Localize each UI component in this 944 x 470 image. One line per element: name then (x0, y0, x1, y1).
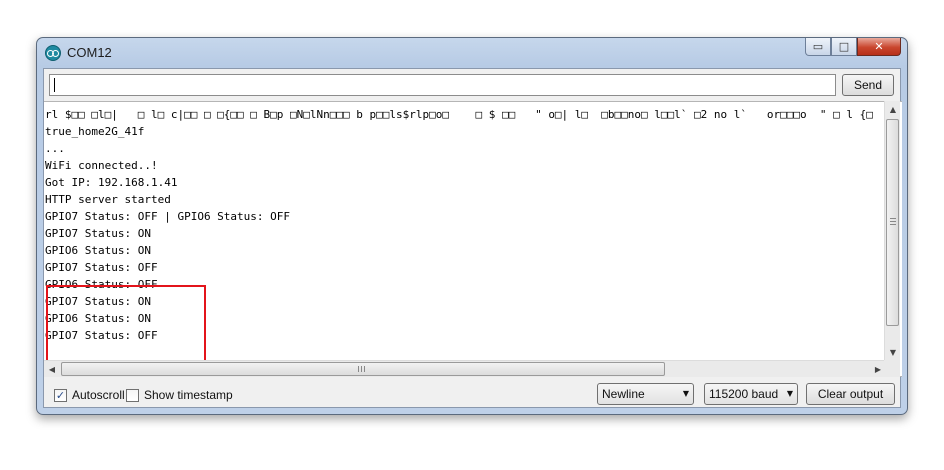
close-button[interactable]: ✕ (857, 38, 901, 56)
serial-input[interactable] (49, 74, 836, 96)
output-line: HTTP server started (45, 193, 171, 206)
maximize-icon: □ (838, 40, 850, 53)
grip-icon (890, 218, 896, 225)
output-line: GPIO7 Status: OFF (45, 329, 158, 342)
output-line: GPIO7 Status: ON (45, 295, 151, 308)
minimize-icon: ▭ (812, 40, 824, 53)
clear-output-button[interactable]: Clear output (806, 383, 895, 405)
output-line: GPIO6 Status: ON (45, 312, 151, 325)
vertical-scroll-thumb[interactable] (886, 119, 899, 326)
grip-icon (358, 366, 365, 372)
chevron-down-icon: ▼ (786, 389, 793, 398)
title-bar[interactable]: COM12 ▭ □ ✕ (37, 38, 907, 68)
show-timestamp-checkbox[interactable] (126, 389, 139, 402)
scroll-up-arrow-icon[interactable]: ▲ (885, 101, 901, 117)
minimize-button[interactable]: ▭ (805, 38, 831, 56)
chevron-down-icon: ▼ (682, 389, 689, 398)
scroll-down-arrow-icon[interactable]: ▼ (885, 344, 901, 360)
output-line: rl $□□ □l□| □ l□ c|□□ □ □{□□ □ B□p □N□lN… (45, 108, 873, 121)
baud-rate-value: 115200 baud (709, 387, 779, 401)
maximize-button[interactable]: □ (831, 38, 857, 56)
output-line: GPIO6 Status: ON (45, 244, 151, 257)
scroll-corner (884, 360, 900, 377)
output-line: ... (45, 142, 65, 155)
scroll-left-arrow-icon[interactable]: ◀ (44, 361, 60, 377)
horizontal-scrollbar[interactable]: ◀ ▶ (44, 360, 886, 377)
send-button[interactable]: Send (842, 74, 894, 96)
horizontal-scroll-thumb[interactable] (61, 362, 665, 376)
vertical-scrollbar[interactable]: ▲ ▼ (884, 101, 900, 360)
bottom-bar: ✓ Autoscroll Show timestamp Newline ▼ 11… (44, 379, 902, 409)
window-title: COM12 (67, 45, 112, 60)
window-controls: ▭ □ ✕ (805, 38, 901, 56)
line-ending-value: Newline (602, 387, 645, 401)
text-caret (54, 78, 55, 92)
output-line: true_home2G_41f (45, 125, 145, 138)
line-ending-select[interactable]: Newline ▼ (597, 383, 694, 405)
baud-rate-select[interactable]: 115200 baud ▼ (704, 383, 798, 405)
output-lines: rl $□□ □l□| □ l□ c|□□ □ □{□□ □ B□p □N□lN… (45, 106, 885, 344)
serial-monitor-window: COM12 ▭ □ ✕ Send rl $□□ □l□| □ l□ c|□□ □… (36, 37, 908, 415)
show-timestamp-label: Show timestamp (144, 388, 233, 402)
output-line: Got IP: 192.168.1.41 (45, 176, 178, 189)
serial-output[interactable]: rl $□□ □l□| □ l□ c|□□ □ □{□□ □ B□p □N□lN… (44, 101, 902, 377)
autoscroll-label: Autoscroll (72, 388, 125, 402)
output-line: GPIO6 Status: OFF (45, 278, 158, 291)
output-line: WiFi connected..! (45, 159, 158, 172)
output-line: GPIO7 Status: OFF (45, 261, 158, 274)
window-content: Send rl $□□ □l□| □ l□ c|□□ □ □{□□ □ B□p … (43, 68, 902, 409)
arduino-icon (45, 45, 61, 61)
close-icon: ✕ (874, 40, 884, 53)
autoscroll-checkbox[interactable]: ✓ (54, 389, 67, 402)
output-line: GPIO7 Status: OFF | GPIO6 Status: OFF (45, 210, 291, 223)
checkmark-icon: ✓ (55, 389, 66, 402)
output-line: GPIO7 Status: ON (45, 227, 151, 240)
